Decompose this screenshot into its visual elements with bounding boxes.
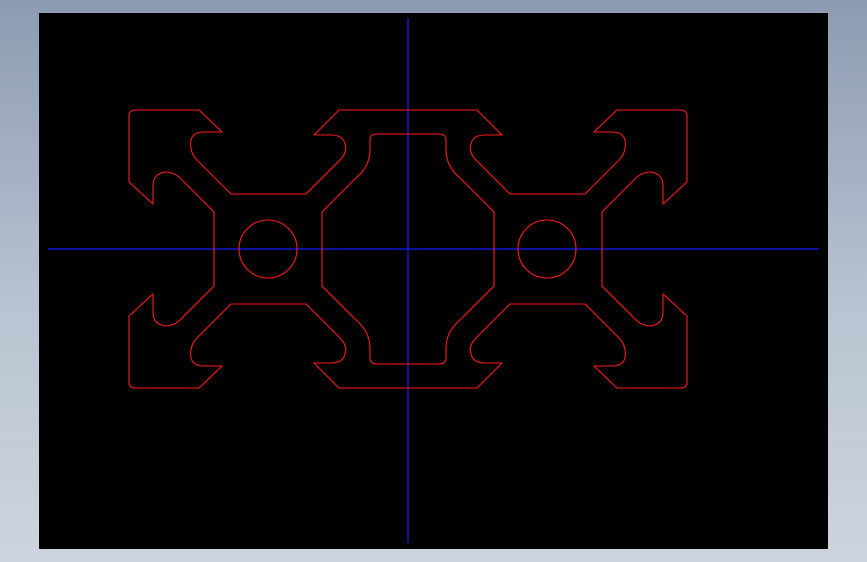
cad-drawing [48,18,819,543]
